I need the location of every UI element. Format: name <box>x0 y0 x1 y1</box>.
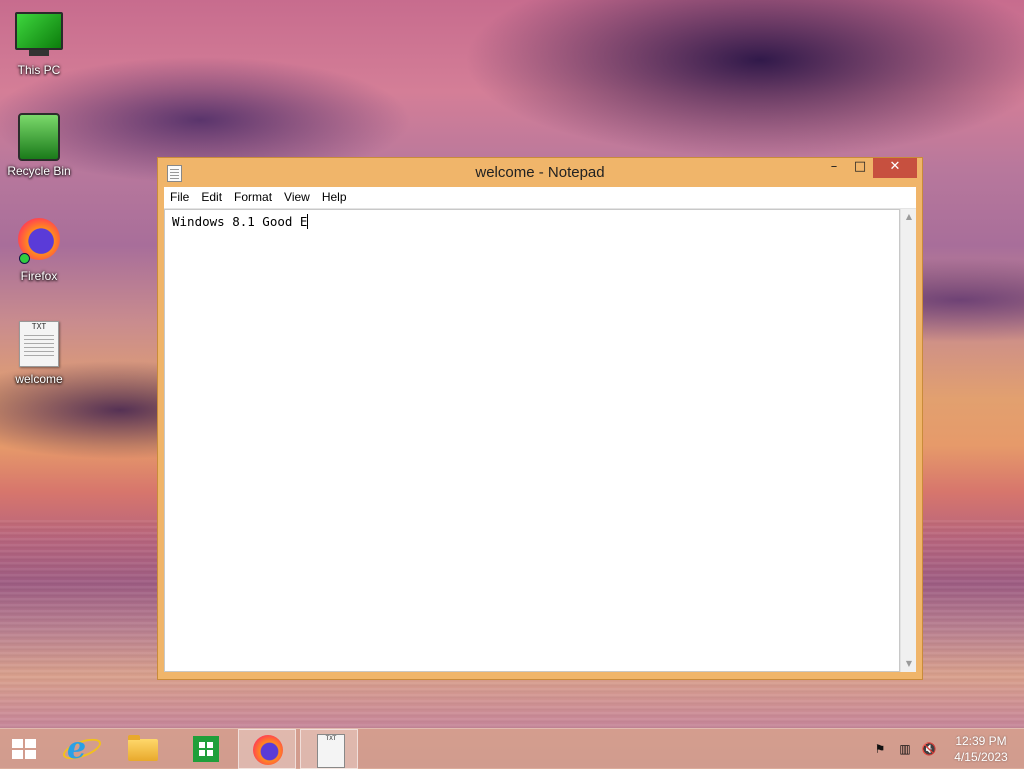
file-type-badge: TXT <box>31 322 47 331</box>
desktop-icon-label: This PC <box>17 63 61 77</box>
clock-date: 4/15/2023 <box>954 750 1008 764</box>
desktop-icon-label: Recycle Bin <box>7 164 71 178</box>
text-caret <box>307 214 309 229</box>
menu-format[interactable]: Format <box>228 187 278 208</box>
text-file-icon: TXT <box>317 734 345 768</box>
window-title: welcome - Notepad <box>475 164 605 181</box>
firefox-icon <box>15 218 63 266</box>
desktop-icon-this-pc[interactable]: This PC <box>1 8 77 77</box>
title-bar[interactable]: welcome - Notepad – □ ✕ <box>158 158 922 187</box>
monitor-icon <box>15 12 63 60</box>
volume-muted-icon[interactable]: 🔇 <box>921 742 937 756</box>
clock-time: 12:39 PM <box>955 734 1007 748</box>
file-type-badge: TXT <box>325 735 337 742</box>
folder-icon <box>128 735 158 761</box>
recycle-bin-icon <box>15 113 63 161</box>
start-button[interactable] <box>0 729 58 769</box>
menu-edit[interactable]: Edit <box>195 187 228 208</box>
scroll-up-arrow-icon[interactable]: ▲ <box>901 209 917 225</box>
firefox-icon <box>253 735 283 765</box>
desktop-icon-welcome[interactable]: TXT welcome <box>1 319 77 386</box>
vertical-scrollbar[interactable]: ▲ ▼ <box>900 209 916 672</box>
flag-icon[interactable]: ⚑ <box>872 742 888 756</box>
desktop-icon-recycle-bin[interactable]: Recycle Bin <box>1 111 77 178</box>
menu-view[interactable]: View <box>278 187 316 208</box>
shortcut-badge-icon <box>19 253 30 264</box>
notepad-window[interactable]: welcome - Notepad – □ ✕ File Edit Format Vi… <box>157 157 923 680</box>
network-icon[interactable]: ▥ <box>897 742 913 756</box>
taskbar-file-explorer[interactable] <box>114 729 172 769</box>
taskbar: e TXT ⚑ ▥ 🔇 12:39 PM 4/15/2023 <box>0 728 1024 769</box>
taskbar-internet-explorer[interactable]: e <box>52 729 110 769</box>
windows-logo-icon <box>12 739 36 759</box>
desktop-icon-label: welcome <box>15 372 63 386</box>
scroll-down-arrow-icon[interactable]: ▼ <box>901 656 917 672</box>
minimize-button[interactable]: – <box>821 158 847 178</box>
menu-bar: File Edit Format View Help <box>164 187 916 209</box>
taskbar-notepad[interactable]: TXT <box>300 729 358 769</box>
clock[interactable]: 12:39 PM 4/15/2023 <box>944 733 1018 765</box>
ie-icon: e <box>67 731 87 766</box>
menu-file[interactable]: File <box>164 187 195 208</box>
desktop-icon-firefox[interactable]: Firefox <box>1 215 77 283</box>
taskbar-firefox[interactable] <box>238 729 296 769</box>
close-button[interactable]: ✕ <box>873 158 917 178</box>
text-editor[interactable]: Windows 8.1 Good E <box>164 209 900 672</box>
desktop-icon-label: Firefox <box>20 269 58 283</box>
taskbar-store[interactable] <box>176 729 234 769</box>
maximize-button[interactable]: □ <box>847 158 873 178</box>
menu-help[interactable]: Help <box>316 187 353 208</box>
text-file-icon: TXT <box>15 321 63 369</box>
document-text: Windows 8.1 Good E <box>172 214 308 229</box>
store-icon <box>193 736 219 762</box>
